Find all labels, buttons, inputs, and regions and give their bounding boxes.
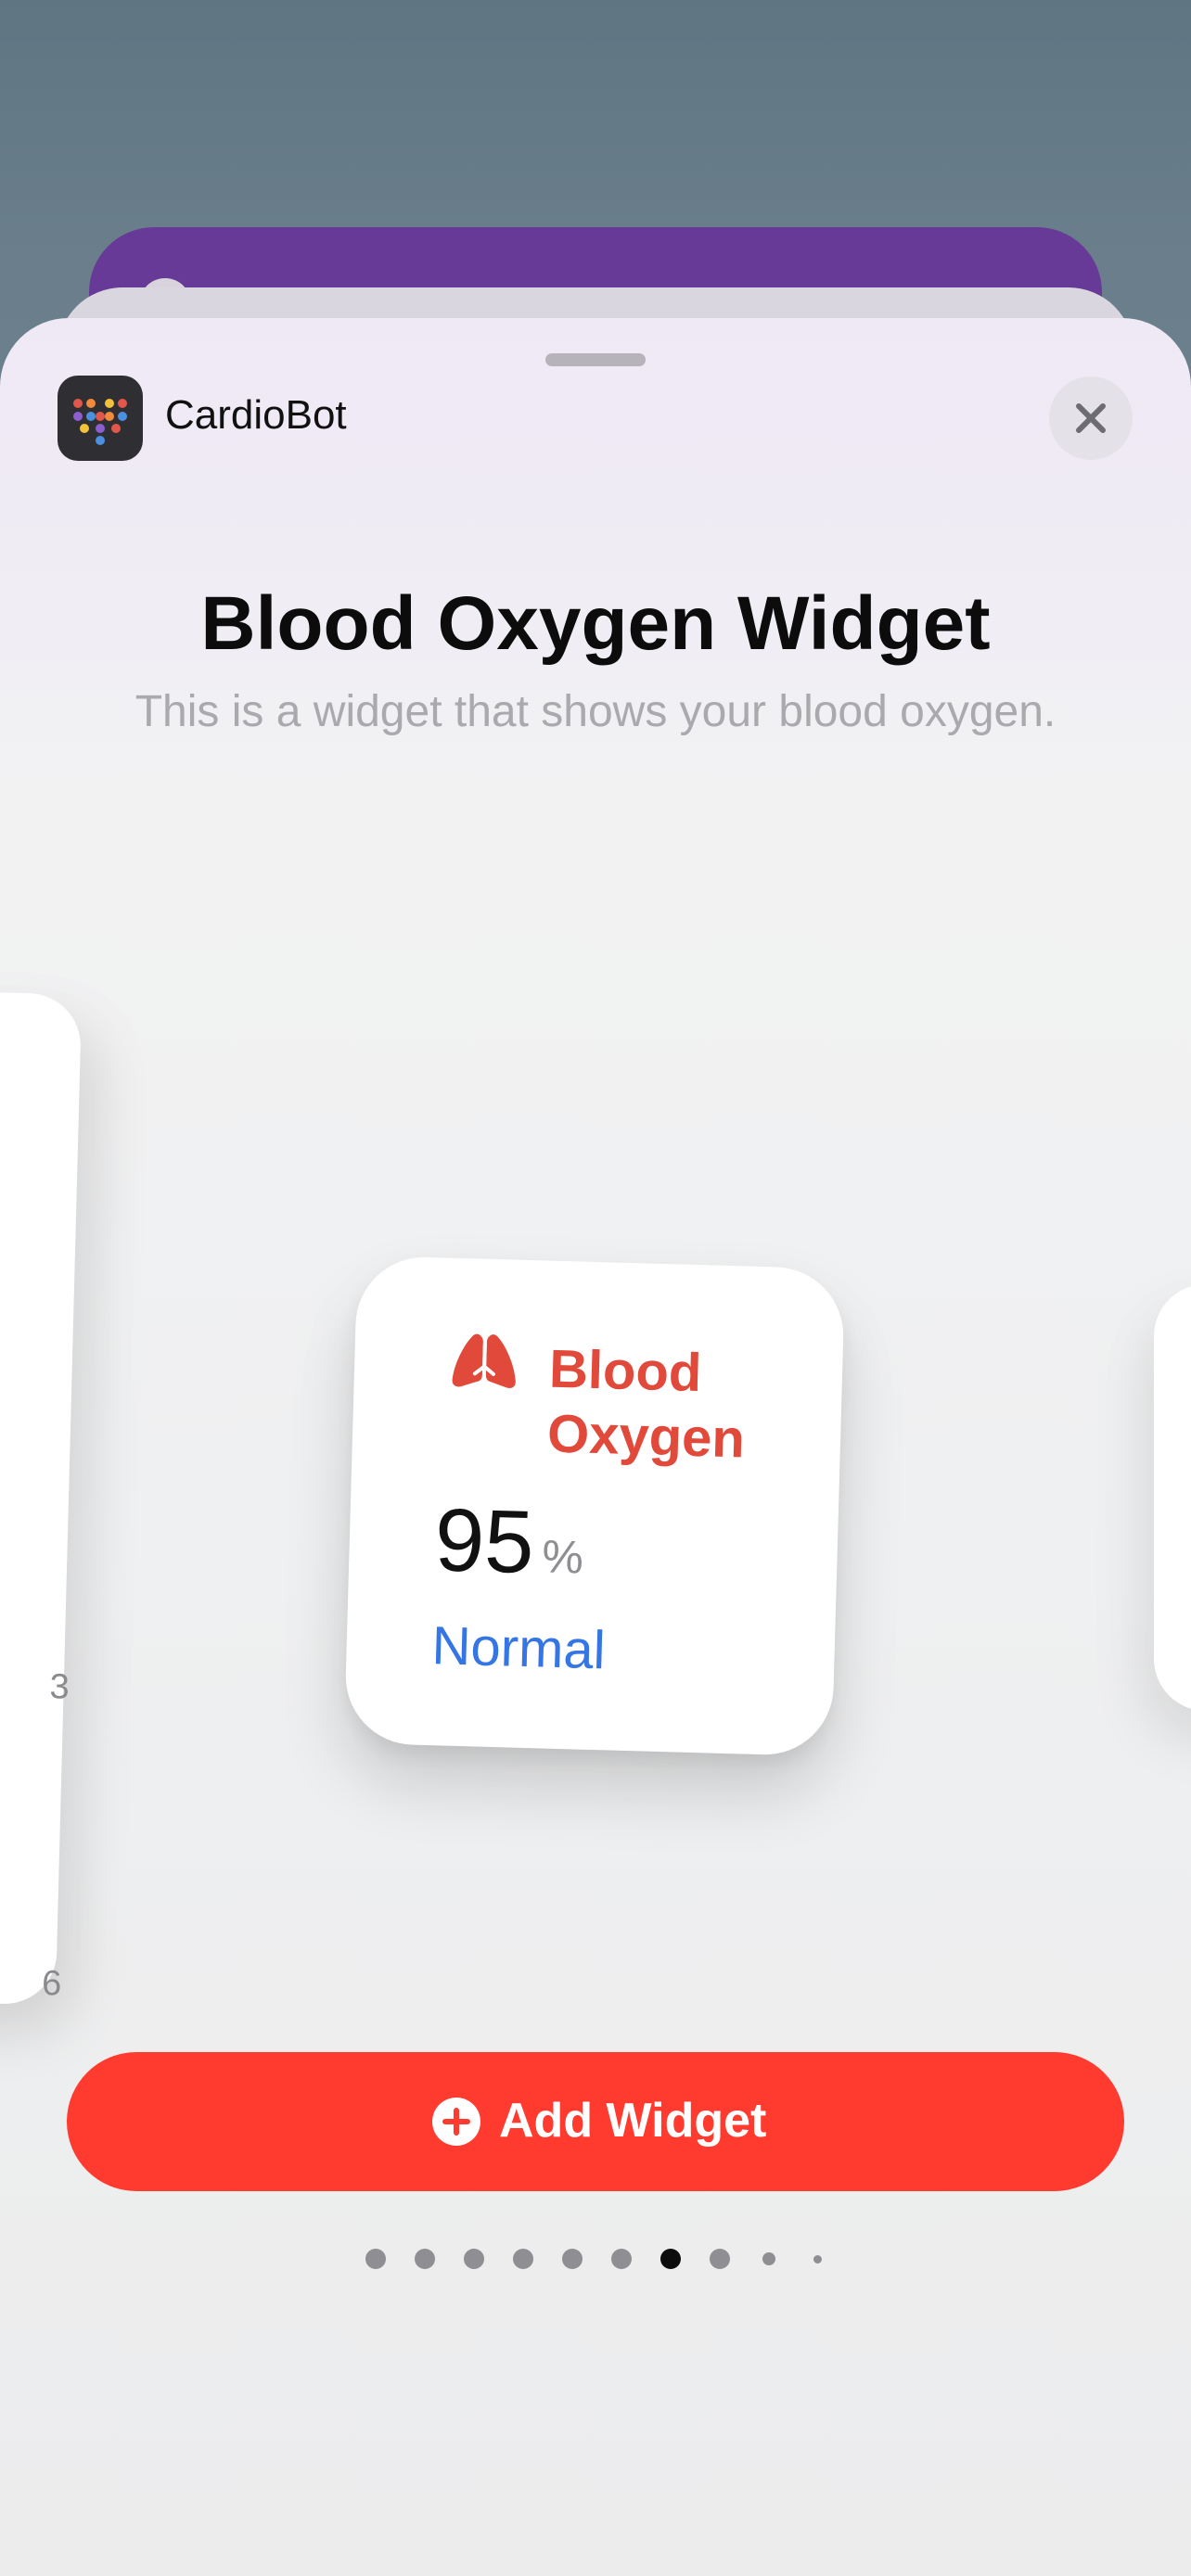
page-dot[interactable] <box>464 2249 484 2269</box>
widget-title: Blood Oxygen Widget <box>200 581 991 666</box>
page-dot[interactable] <box>415 2249 435 2269</box>
partial-label: 3 <box>48 1667 70 1707</box>
page-dot[interactable] <box>611 2249 632 2269</box>
page-indicator[interactable] <box>0 2245 1191 2273</box>
dot-grid-heart-icon <box>73 399 127 445</box>
page-dot[interactable] <box>513 2249 533 2269</box>
lungs-icon <box>452 1333 516 1388</box>
previous-widget-preview[interactable]: 3 6 <box>0 989 83 2006</box>
widget-heading: Blood Oxygen <box>546 1338 746 1470</box>
partial-label: 6 <box>41 1963 62 2004</box>
blood-oxygen-status: Normal <box>430 1615 607 1681</box>
close-icon <box>1076 403 1106 433</box>
next-widget-preview[interactable] <box>1154 1284 1191 1711</box>
blood-oxygen-unit: % <box>541 1530 584 1584</box>
page-dot[interactable] <box>365 2249 386 2269</box>
page-dot[interactable] <box>762 2252 775 2265</box>
widget-description: This is a widget that shows your blood o… <box>134 687 1057 736</box>
page-dot[interactable] <box>710 2249 730 2269</box>
blood-oxygen-widget-preview[interactable]: Blood Oxygen 95 % Normal <box>343 1255 846 1757</box>
add-widget-label: Add Widget <box>499 2094 767 2148</box>
app-icon <box>58 376 143 461</box>
page-dot[interactable] <box>813 2255 822 2264</box>
sheet-grabber[interactable] <box>545 353 646 366</box>
app-name: CardioBot <box>165 392 347 438</box>
plus-circle-icon <box>432 2098 480 2146</box>
close-button[interactable] <box>1049 376 1133 460</box>
page-dot-active[interactable] <box>660 2249 681 2269</box>
add-widget-button[interactable]: Add Widget <box>67 2052 1124 2191</box>
widget-gallery-sheet: CardioBot Blood Oxygen Widget This is a … <box>0 318 1191 2576</box>
page-dot[interactable] <box>562 2249 583 2269</box>
blood-oxygen-value: 95 <box>433 1490 536 1593</box>
